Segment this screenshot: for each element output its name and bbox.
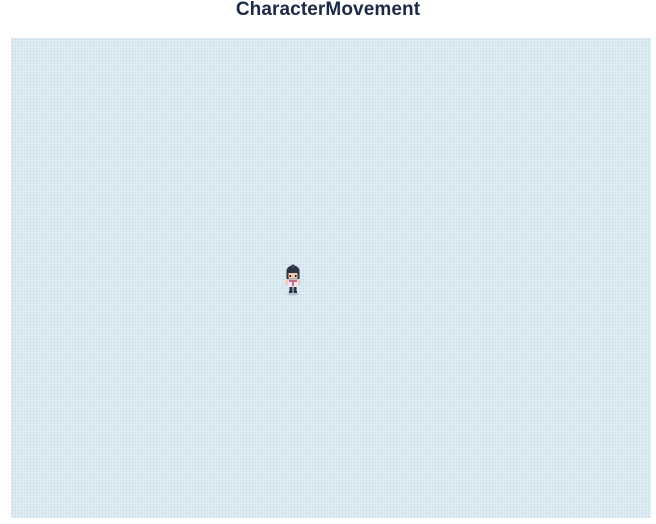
game-canvas[interactable] [11,38,651,518]
page-title: CharacterMovement [235,0,421,20]
character-sprite-icon [285,264,301,296]
player-character-sprite [281,264,305,296]
